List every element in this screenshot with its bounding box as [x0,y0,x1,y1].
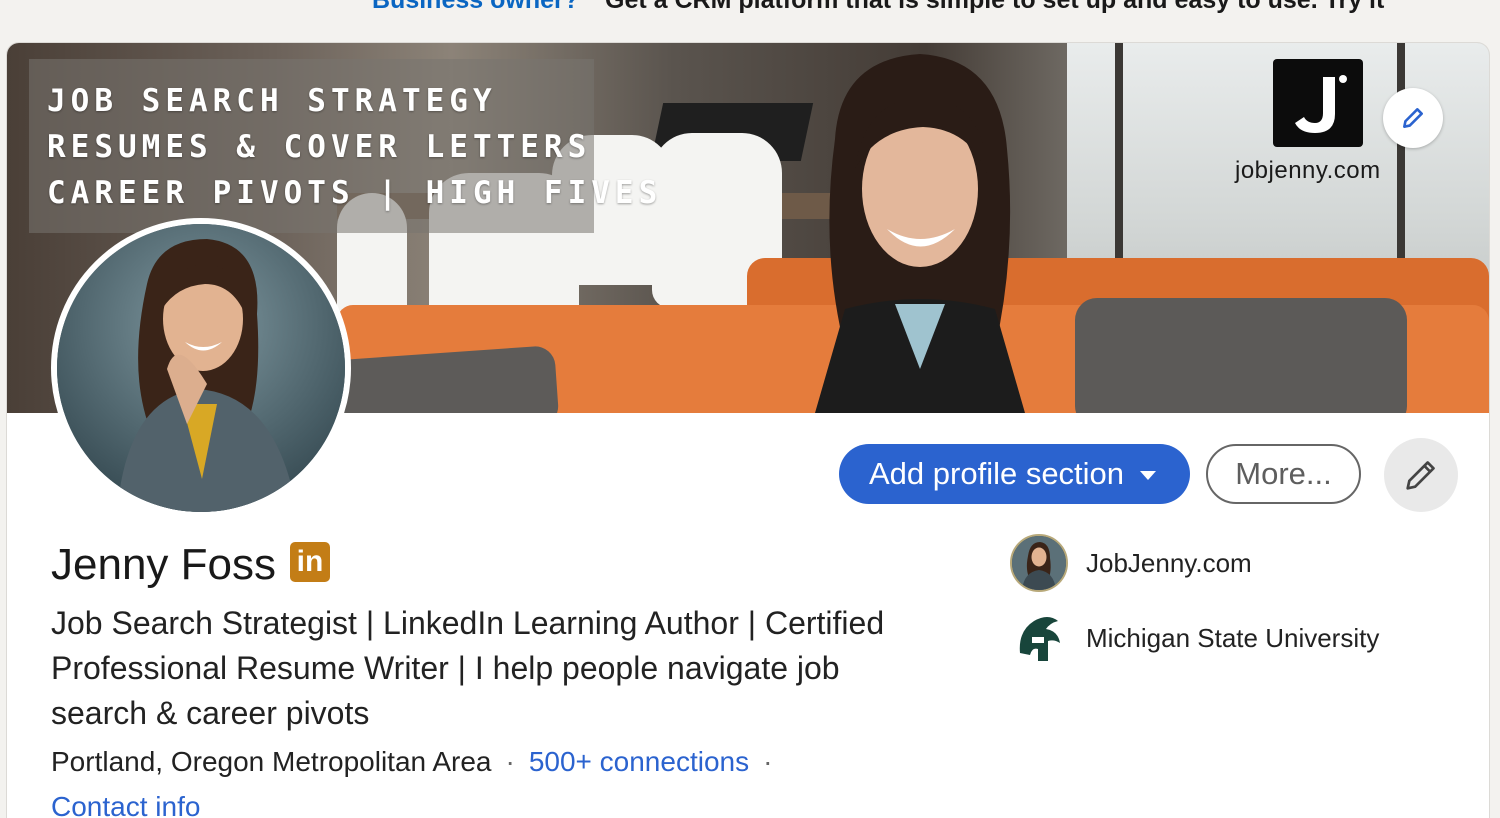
banner-line-1: JOB SEARCH STRATEGY [47,83,497,119]
promo-banner[interactable]: Business owner? Get a CRM platform that i… [372,0,1500,16]
profile-card: JOB SEARCH STRATEGY RESUMES & COVER LETT… [7,43,1489,818]
profile-headline: Job Search Strategist | LinkedIn Learnin… [51,605,885,731]
more-button[interactable]: More... [1206,444,1361,504]
promo-text: Get a CRM platform that is simple to set… [605,0,1385,14]
org-name: Michigan State University [1086,622,1380,653]
banner-line-2: RESUMES & COVER LETTERS [47,129,592,165]
add-profile-section-button[interactable]: Add profile section [839,444,1190,504]
jobjenny-logo-text: jobjenny.com [1235,157,1381,184]
jobjenny-logo [1273,59,1363,147]
location-row: Portland, Oregon Metropolitan Area · 500+ … [51,746,786,778]
org-current-company[interactable]: JobJenny.com [1010,534,1252,592]
contact-info-link[interactable]: Contact info [51,791,200,818]
name-row: Jenny Foss in [51,540,330,590]
avatar-photo [57,224,345,512]
org-education[interactable]: Michigan State University [1010,609,1379,667]
jobjenny-logo-mark [1295,75,1347,133]
org-name: JobJenny.com [1086,547,1252,578]
pencil-icon [1403,108,1423,128]
profile-avatar[interactable] [51,218,351,518]
separator: · [505,746,515,777]
banner-line-3: CAREER PIVOTS | HIGH FIVES [47,175,663,211]
caret-down-icon [1140,470,1157,480]
edit-intro-button[interactable] [1384,438,1458,512]
edit-banner-button[interactable] [1383,88,1443,148]
connections-link[interactable]: 500+ connections [529,746,749,777]
profile-location: Portland, Oregon Metropolitan Area [51,746,492,777]
linkedin-learning-badge-icon[interactable]: in [289,542,330,582]
separator: · [763,746,773,777]
add-profile-section-label: Add profile section [869,456,1125,491]
company-logo [1010,534,1068,592]
banner-person [815,54,1025,413]
spartan-helmet-icon [1019,617,1060,661]
pencil-icon [1406,461,1435,490]
promo-link[interactable]: Business owner? [372,0,579,14]
profile-name: Jenny Foss [51,540,276,589]
